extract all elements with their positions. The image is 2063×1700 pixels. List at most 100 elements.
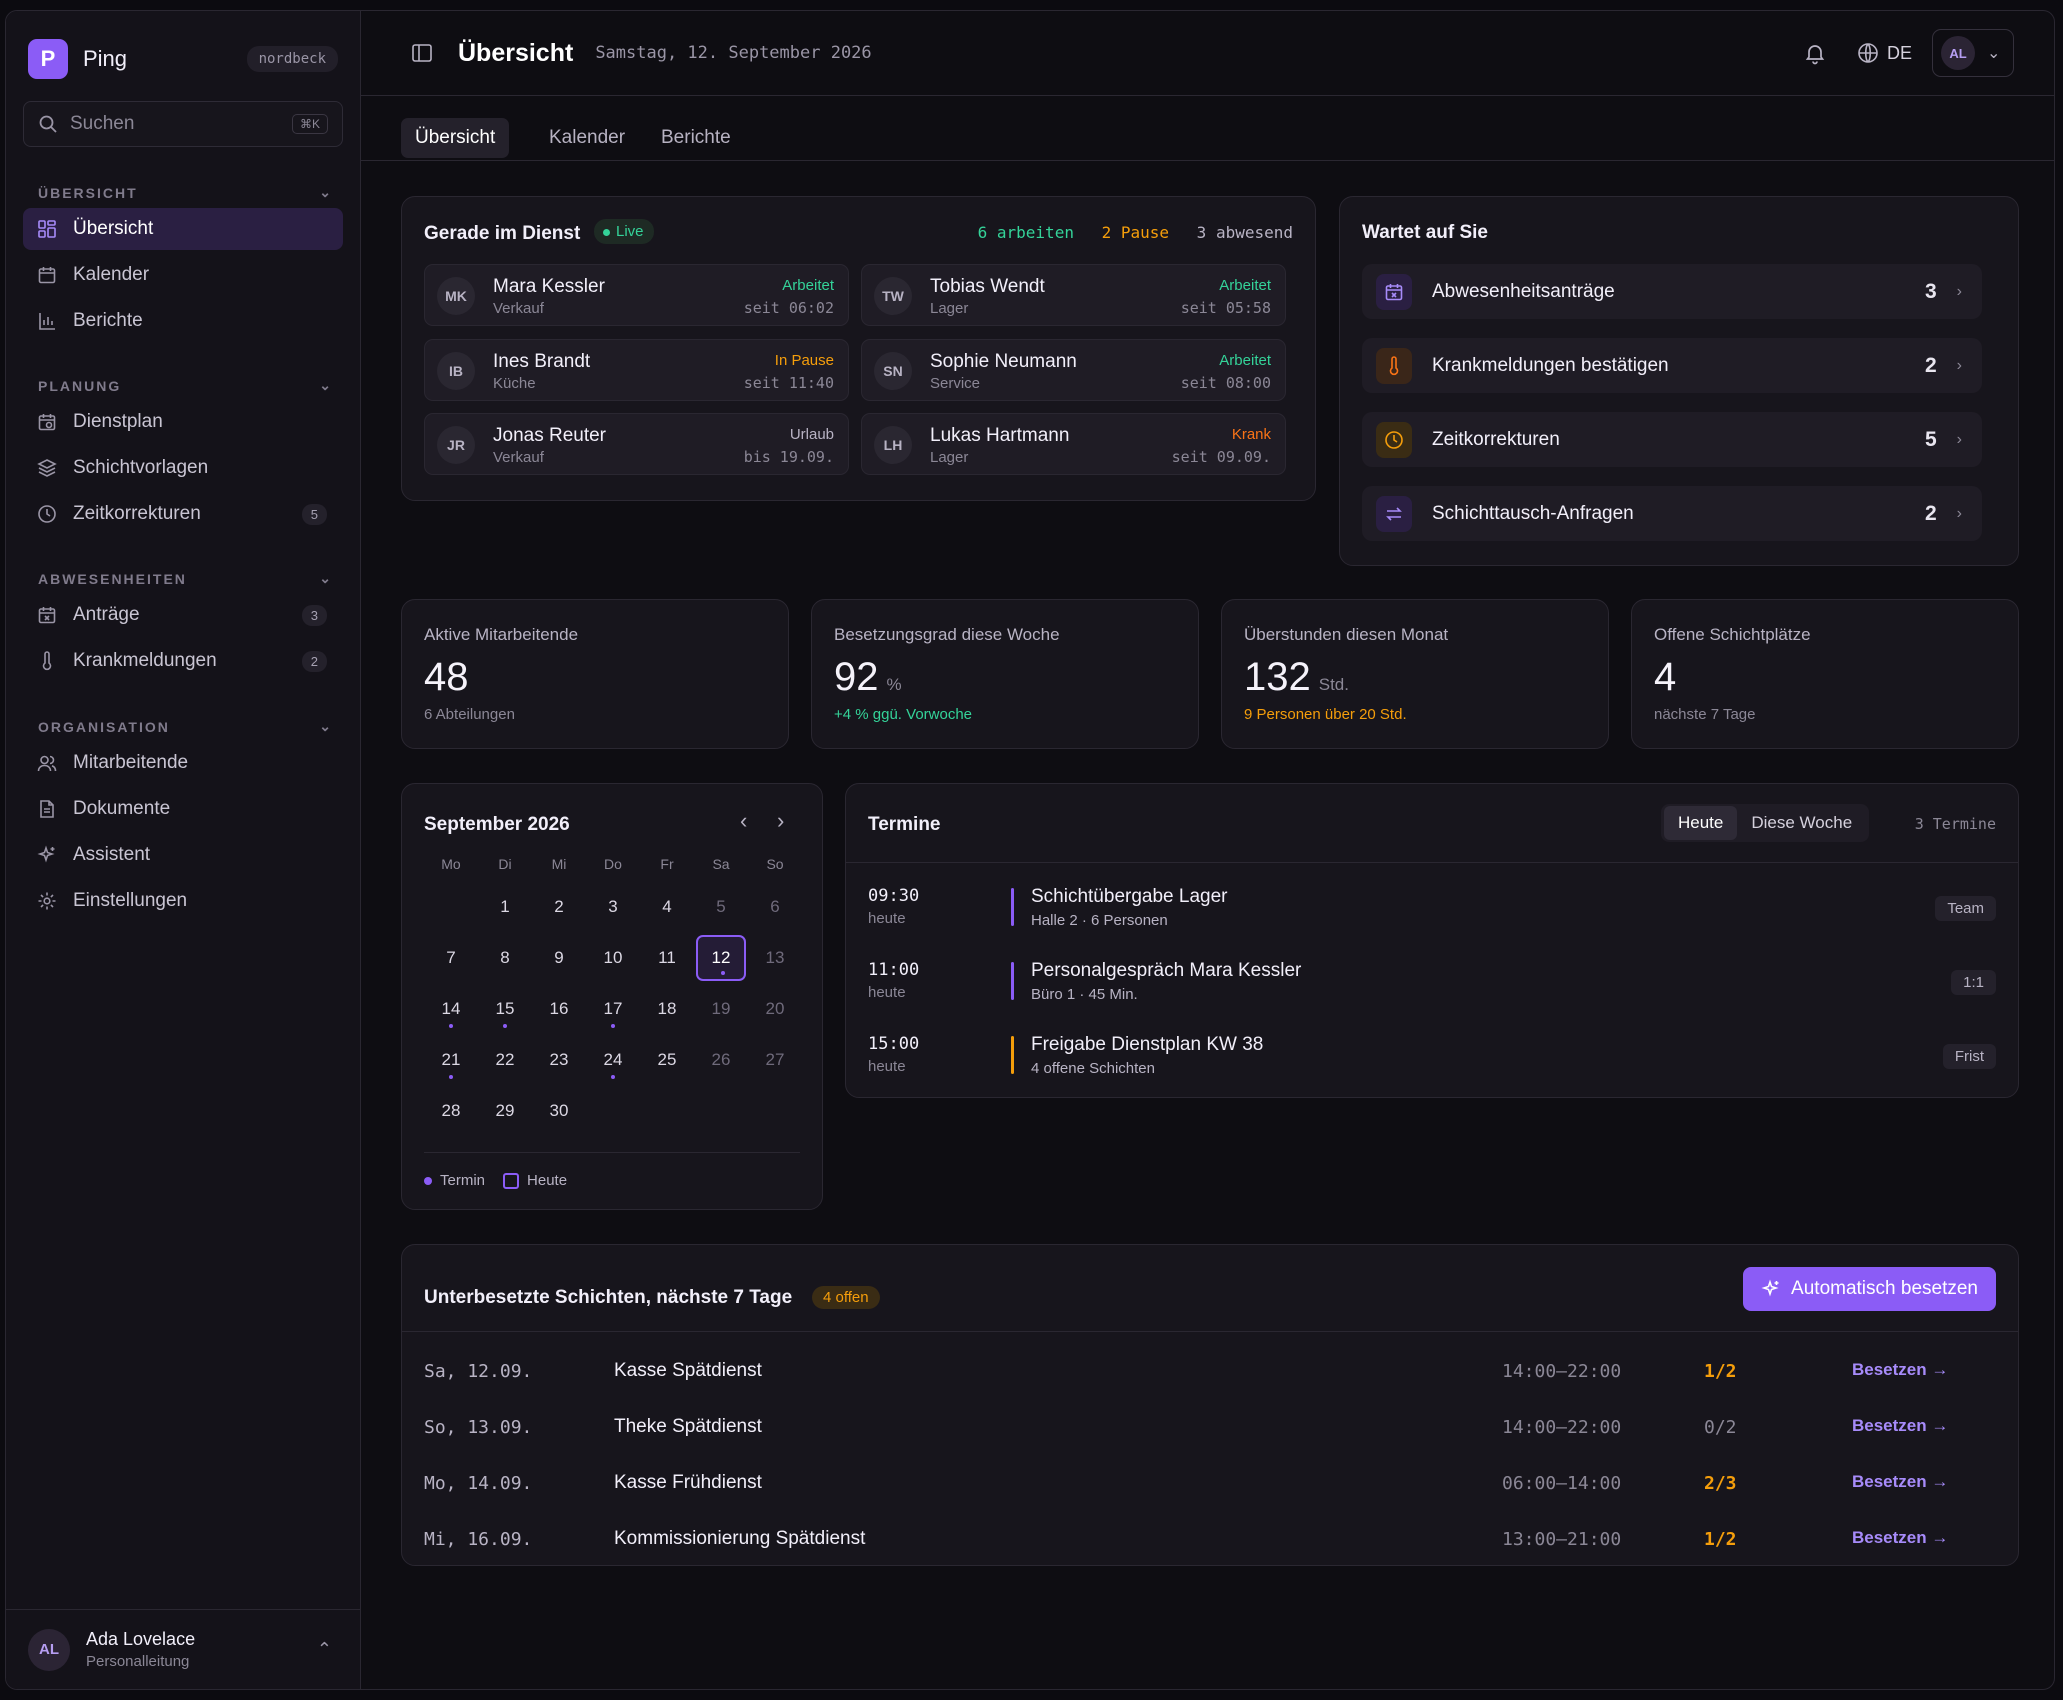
sparkles-icon [1761, 1279, 1779, 1297]
waiting-item-krankmeldungen[interactable]: Krankmeldungen bestätigen 2 › [1362, 338, 1982, 393]
brand[interactable]: P Ping [28, 39, 127, 79]
calendar-day[interactable]: 10 [588, 935, 638, 981]
live-label: Live [616, 223, 644, 240]
sidebar-item-kalender[interactable]: Kalender [23, 254, 343, 296]
tab-berichte[interactable]: Berichte [647, 118, 745, 158]
status-badge: Arbeitet [1219, 277, 1271, 294]
shift-date: Mo, 14.09. [424, 1473, 533, 1494]
filter-today-button[interactable]: Heute [1664, 806, 1738, 840]
calendar-day[interactable]: 12 [696, 935, 746, 981]
section-abwesenheiten[interactable]: ABWESENHEITEN ⌄ [38, 570, 333, 587]
calendar-day[interactable]: 24 [588, 1037, 638, 1083]
employee-card[interactable]: SN Sophie Neumann Service Arbeitet seit … [861, 339, 1286, 401]
calendar-day[interactable]: 11 [642, 935, 692, 981]
sidebar-item-mitarbeitende[interactable]: Mitarbeitende [23, 742, 343, 784]
calendar-day[interactable]: 28 [426, 1088, 476, 1134]
calendar-day[interactable]: 9 [534, 935, 584, 981]
mini-calendar: September 2026 ‹ › Mo Di Mi Do Fr Sa So 1 2 3 4 5 6 7… [401, 783, 823, 1210]
sidebar-item-dienstplan[interactable]: Dienstplan [23, 401, 343, 443]
duty-summary: 6 arbeiten 2 Pause 3 abwesend [978, 223, 1293, 242]
sidebar-item-assistent[interactable]: Assistent [23, 834, 343, 876]
sidebar-item-schichtvorlagen[interactable]: Schichtvorlagen [23, 447, 343, 489]
waiting-item-label: Zeitkorrekturen [1432, 428, 1560, 450]
account-menu[interactable]: AL ⌄ [1932, 29, 2014, 77]
user-menu[interactable]: AL Ada Lovelace Personalleitung ⌃ [6, 1609, 360, 1689]
calendar-day[interactable]: 17 [588, 986, 638, 1032]
sidebar-item-berichte[interactable]: Berichte [23, 300, 343, 342]
waiting-item-zeitkorrekturen[interactable]: Zeitkorrekturen 5 › [1362, 412, 1982, 467]
sidebar-item-krankmeldungen[interactable]: Krankmeldungen 2 [23, 640, 343, 682]
filter-week-button[interactable]: Diese Woche [1737, 806, 1866, 840]
calendar-day[interactable]: 22 [480, 1037, 530, 1083]
status-since: seit 11:40 [743, 374, 834, 392]
thermometer-icon [42, 651, 52, 671]
appointment-item[interactable]: 15:00 heute Freigabe Dienstplan KW 38 4 … [846, 1022, 2018, 1096]
weekday-header: So [766, 856, 784, 872]
calendar-day[interactable]: 25 [642, 1037, 692, 1083]
calendar-day[interactable]: 21 [426, 1037, 476, 1083]
calendar-day[interactable]: 7 [426, 935, 476, 981]
calendar-day[interactable]: 2 [534, 884, 584, 930]
language-switcher[interactable]: DE [1857, 42, 1912, 64]
calendar-day[interactable]: 26 [696, 1037, 746, 1083]
section-uebersicht[interactable]: ÜBERSICHT ⌄ [38, 184, 333, 201]
assign-button[interactable]: Besetzen → [1852, 1360, 1948, 1380]
calendar-day[interactable]: 23 [534, 1037, 584, 1083]
calendar-day[interactable]: 6 [750, 884, 800, 930]
calendar-day[interactable]: 27 [750, 1037, 800, 1083]
sidebar-toggle-icon[interactable] [411, 42, 433, 64]
bell-icon[interactable] [1803, 41, 1827, 65]
employee-card[interactable]: IB Ines Brandt Küche In Pause seit 11:40 [424, 339, 849, 401]
card-title: Gerade im Dienst [424, 223, 581, 244]
assign-button[interactable]: Besetzen → [1852, 1528, 1948, 1548]
calendar-day[interactable]: 14 [426, 986, 476, 1032]
sidebar-item-zeitkorrekturen[interactable]: Zeitkorrekturen 5 [23, 493, 343, 535]
employee-card[interactable]: MK Mara Kessler Verkauf Arbeitet seit 06… [424, 264, 849, 326]
chevron-right-icon: › [1956, 282, 1962, 300]
employee-card[interactable]: LH Lukas Hartmann Lager Krank seit 09.09… [861, 413, 1286, 475]
employee-name: Ines Brandt [493, 351, 591, 372]
sidebar-item-dokumente[interactable]: Dokumente [23, 788, 343, 830]
sidebar-item-einstellungen[interactable]: Einstellungen [23, 880, 343, 922]
calendar-day[interactable]: 3 [588, 884, 638, 930]
prev-month-icon[interactable]: ‹ [740, 808, 747, 834]
shift-date: Mi, 16.09. [424, 1529, 533, 1550]
tenant-badge[interactable]: nordbeck [246, 46, 338, 72]
waiting-item-label: Abwesenheitsanträge [1432, 280, 1615, 302]
legend-event-label: Termin [440, 1172, 486, 1189]
assign-button[interactable]: Besetzen → [1852, 1416, 1948, 1436]
tab-kalender[interactable]: Kalender [535, 118, 639, 158]
stat-card-ueberstunden: Überstunden diesen Monat 132 Std. 9 Perso… [1221, 599, 1609, 749]
sidebar-item-uebersicht[interactable]: Übersicht [23, 208, 343, 250]
appointment-item[interactable]: 11:00 heute Personalgespräch Mara Kessle… [846, 948, 2018, 1022]
calendar-day[interactable]: 1 [480, 884, 530, 930]
sidebar-item-antraege[interactable]: Anträge 3 [23, 594, 343, 636]
sidebar: P Ping nordbeck Suchen ⌘K ÜBERSICHT ⌄ Übe… [6, 11, 361, 1689]
search-input[interactable]: Suchen ⌘K [23, 101, 343, 147]
section-planung[interactable]: PLANUNG ⌄ [38, 377, 333, 394]
assign-button[interactable]: Besetzen → [1852, 1472, 1948, 1492]
calendar-day[interactable]: 5 [696, 884, 746, 930]
calendar-day[interactable]: 16 [534, 986, 584, 1032]
calendar-day[interactable]: 13 [750, 935, 800, 981]
status-badge: Urlaub [789, 426, 834, 443]
swap-icon [1376, 495, 1412, 532]
calendar-day[interactable]: 29 [480, 1088, 530, 1134]
section-organisation[interactable]: ORGANISATION ⌄ [38, 718, 333, 735]
calendar-day[interactable]: 19 [696, 986, 746, 1032]
employee-card[interactable]: TW Tobias Wendt Lager Arbeitet seit 05:5… [861, 264, 1286, 326]
calendar-day[interactable]: 8 [480, 935, 530, 981]
appointment-item[interactable]: 09:30 heute Schichtübergabe Lager Halle … [846, 874, 2018, 948]
auto-fill-button[interactable]: Automatisch besetzen [1743, 1267, 1996, 1311]
calendar-day[interactable]: 30 [534, 1088, 584, 1134]
calendar-day[interactable]: 20 [750, 986, 800, 1032]
calendar-day[interactable]: 18 [642, 986, 692, 1032]
next-month-icon[interactable]: › [777, 808, 784, 834]
calendar-day[interactable]: 4 [642, 884, 692, 930]
tab-uebersicht[interactable]: Übersicht [401, 118, 510, 158]
calendar-day[interactable]: 15 [480, 986, 530, 1032]
employee-card[interactable]: JR Jonas Reuter Verkauf Urlaub bis 19.09… [424, 413, 849, 475]
waiting-item-schichttausch[interactable]: Schichttausch-Anfragen 2 › [1362, 486, 1982, 541]
live-dot-icon [603, 229, 610, 236]
waiting-item-abwesenheit[interactable]: Abwesenheitsanträge 3 › [1362, 264, 1982, 319]
